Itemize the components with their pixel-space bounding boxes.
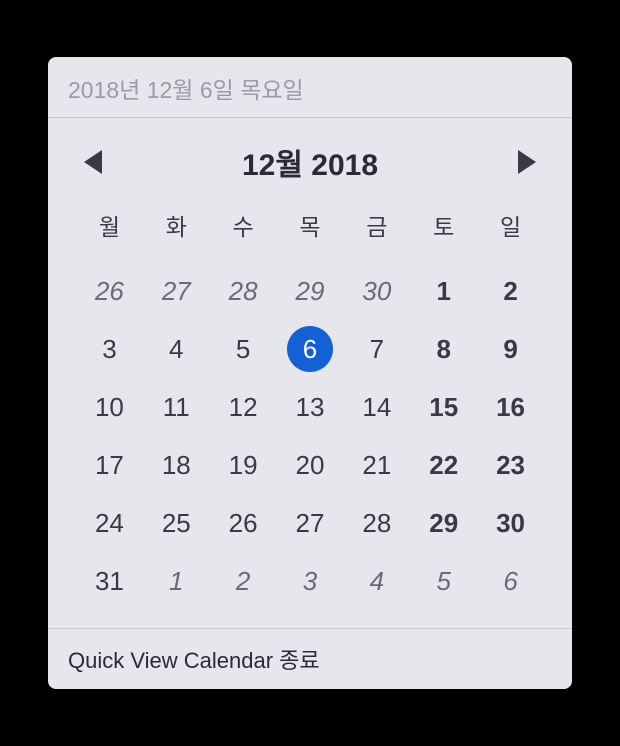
calendar-grid: 월 화 수 목 금 토 일 26272829301234567891011121… — [48, 200, 572, 628]
next-month-icon[interactable] — [518, 150, 536, 174]
day-cell[interactable]: 20 — [277, 436, 344, 494]
day-cell[interactable]: 4 — [343, 552, 410, 610]
day-cell[interactable]: 21 — [343, 436, 410, 494]
weekday-fri: 금 — [343, 200, 410, 250]
day-cell[interactable]: 1 — [410, 262, 477, 320]
day-cell[interactable]: 19 — [210, 436, 277, 494]
quit-button[interactable]: Quick View Calendar 종료 — [48, 628, 572, 689]
day-cell[interactable]: 25 — [143, 494, 210, 552]
month-title[interactable]: 12월 2018 — [242, 140, 378, 184]
day-cell[interactable]: 23 — [477, 436, 544, 494]
header-full-date: 2018년 12월 6일 목요일 — [48, 57, 572, 118]
weekday-sun: 일 — [477, 200, 544, 250]
day-cell[interactable]: 6 — [277, 320, 344, 378]
day-cell[interactable]: 13 — [277, 378, 344, 436]
days-grid: 2627282930123456789101112131415161718192… — [76, 262, 544, 610]
day-cell[interactable]: 6 — [477, 552, 544, 610]
day-cell[interactable]: 31 — [76, 552, 143, 610]
day-cell[interactable]: 5 — [410, 552, 477, 610]
weekday-sat: 토 — [410, 200, 477, 250]
day-cell[interactable]: 30 — [343, 262, 410, 320]
day-cell[interactable]: 27 — [143, 262, 210, 320]
day-cell[interactable]: 28 — [343, 494, 410, 552]
day-cell[interactable]: 15 — [410, 378, 477, 436]
day-cell[interactable]: 27 — [277, 494, 344, 552]
weekday-tue: 화 — [143, 200, 210, 250]
day-cell[interactable]: 30 — [477, 494, 544, 552]
day-cell[interactable]: 14 — [343, 378, 410, 436]
day-cell[interactable]: 8 — [410, 320, 477, 378]
weekday-thu: 목 — [277, 200, 344, 250]
weekday-wed: 수 — [210, 200, 277, 250]
day-cell[interactable]: 9 — [477, 320, 544, 378]
day-cell[interactable]: 18 — [143, 436, 210, 494]
day-cell[interactable]: 2 — [210, 552, 277, 610]
day-cell[interactable]: 10 — [76, 378, 143, 436]
day-cell[interactable]: 17 — [76, 436, 143, 494]
day-cell[interactable]: 29 — [410, 494, 477, 552]
day-cell[interactable]: 22 — [410, 436, 477, 494]
day-cell[interactable]: 3 — [76, 320, 143, 378]
day-cell[interactable]: 2 — [477, 262, 544, 320]
day-cell[interactable]: 26 — [76, 262, 143, 320]
day-cell[interactable]: 11 — [143, 378, 210, 436]
day-cell[interactable]: 16 — [477, 378, 544, 436]
day-cell[interactable]: 7 — [343, 320, 410, 378]
day-cell[interactable]: 26 — [210, 494, 277, 552]
day-cell[interactable]: 1 — [143, 552, 210, 610]
calendar-popup: 2018년 12월 6일 목요일 12월 2018 월 화 수 목 금 토 일 … — [48, 57, 572, 689]
day-cell[interactable]: 24 — [76, 494, 143, 552]
day-cell[interactable]: 5 — [210, 320, 277, 378]
weekday-header-row: 월 화 수 목 금 토 일 — [76, 200, 544, 250]
day-cell[interactable]: 3 — [277, 552, 344, 610]
day-cell[interactable]: 28 — [210, 262, 277, 320]
prev-month-icon[interactable] — [84, 150, 102, 174]
weekday-mon: 월 — [76, 200, 143, 250]
month-navigation: 12월 2018 — [48, 118, 572, 200]
day-cell[interactable]: 12 — [210, 378, 277, 436]
day-cell[interactable]: 29 — [277, 262, 344, 320]
day-cell[interactable]: 4 — [143, 320, 210, 378]
